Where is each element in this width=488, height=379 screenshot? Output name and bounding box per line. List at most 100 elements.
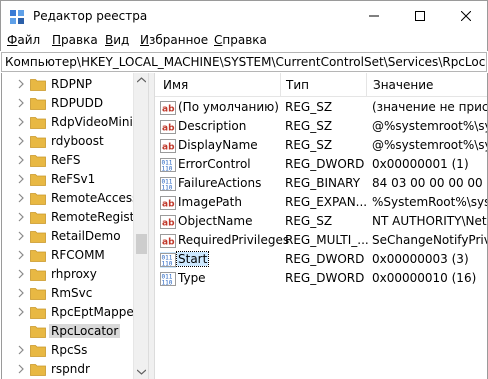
column-header-value[interactable]: Значение bbox=[373, 78, 433, 92]
value-row[interactable]: 011 110 ErrorControl REG_DWORD 0x00000001 (1… bbox=[155, 155, 487, 174]
chevron-right-icon[interactable] bbox=[16, 193, 26, 203]
tree-item[interactable]: RDPUDD bbox=[2, 94, 134, 113]
value-row[interactable]: abObjectName REG_SZ NT AUTHORITY\Netwo bbox=[155, 212, 487, 231]
key-tree[interactable]: RDPNP RDPUDD RdpVideoMinip rdyboost ReFS ReFS… bbox=[1, 73, 148, 379]
tree-item-label: RFCOMM bbox=[51, 248, 105, 262]
value-row[interactable]: ab RequiredPrivileges REG_MULTI_... SeChang… bbox=[155, 231, 487, 250]
chevron-right-icon[interactable] bbox=[16, 117, 26, 127]
close-button[interactable] bbox=[443, 1, 488, 31]
menu-edit[interactable]: Правка bbox=[52, 33, 98, 47]
binary-value-icon: 011110 bbox=[160, 158, 176, 173]
tree-scrollbar[interactable] bbox=[133, 73, 148, 379]
value-row[interactable]: ab(По умолчанию) REG_SZ (значение не присв… bbox=[155, 98, 487, 117]
value-type: REG_EXPAN... bbox=[285, 195, 368, 209]
chevron-right-icon[interactable] bbox=[16, 345, 26, 355]
scroll-down-icon[interactable] bbox=[137, 369, 146, 375]
value-data: NT AUTHORITY\Netwo bbox=[372, 214, 487, 228]
scrollbar-thumb[interactable] bbox=[136, 234, 147, 254]
folder-icon bbox=[30, 174, 46, 186]
menu-favorites[interactable]: Избранное bbox=[140, 33, 208, 47]
chevron-right-icon[interactable] bbox=[16, 98, 26, 108]
value-type: REG_SZ bbox=[285, 100, 333, 114]
value-row[interactable]: 011 110 Type REG_DWORD 0x00000010 (16) bbox=[155, 269, 487, 288]
svg-text:ab: ab bbox=[162, 219, 175, 229]
string-value-icon: ab bbox=[160, 101, 176, 115]
column-divider[interactable] bbox=[280, 73, 281, 97]
tree-item-label: ReFS bbox=[51, 153, 81, 167]
tree-item[interactable]: RmSvc bbox=[2, 284, 134, 303]
value-data: @%systemroot%\syst bbox=[372, 119, 487, 133]
tree-item-label: RpcSs bbox=[51, 343, 88, 357]
chevron-right-icon[interactable] bbox=[16, 364, 26, 374]
chevron-right-icon[interactable] bbox=[16, 269, 26, 279]
tree-item[interactable]: rspndr bbox=[2, 360, 134, 379]
folder-icon bbox=[30, 364, 46, 376]
value-row[interactable]: 011 110 Start REG_DWORD 0x00000003 (3) bbox=[155, 250, 487, 269]
value-row[interactable]: abImagePath REG_EXPAN... %SystemRoot%\syst… bbox=[155, 193, 487, 212]
tree-item[interactable]: RDPNP bbox=[2, 75, 134, 94]
string-value-icon: ab bbox=[160, 234, 176, 248]
tree-item[interactable]: ReFS bbox=[2, 151, 134, 170]
value-name: ObjectName bbox=[178, 214, 253, 228]
value-type: REG_MULTI_... bbox=[285, 233, 369, 247]
value-data: 0x00000010 (16) bbox=[372, 271, 477, 285]
chevron-right-icon[interactable] bbox=[16, 79, 26, 89]
tree-item[interactable]: RpcEptMapper bbox=[2, 303, 139, 322]
chevron-right-icon[interactable] bbox=[16, 307, 26, 317]
value-data: 0x00000003 (3) bbox=[372, 252, 469, 266]
chevron-right-icon[interactable] bbox=[16, 250, 26, 260]
title-bar[interactable]: Редактор реестра bbox=[0, 0, 488, 31]
value-row[interactable]: 011 110 FailureActions REG_BINARY 84 03 00 0… bbox=[155, 174, 487, 193]
folder-icon bbox=[30, 269, 46, 281]
value-type: REG_DWORD bbox=[285, 157, 365, 171]
tree-item-label: RemoteAccess bbox=[51, 191, 139, 205]
tree-item-label: ReFSv1 bbox=[51, 172, 96, 186]
menu-help[interactable]: Справка bbox=[214, 33, 267, 47]
folder-icon bbox=[30, 155, 46, 167]
chevron-right-icon[interactable] bbox=[16, 212, 26, 222]
value-row[interactable]: abDescription REG_SZ @%systemroot%\syst bbox=[155, 117, 487, 136]
menu-file[interactable]: Файл bbox=[7, 33, 40, 47]
folder-icon bbox=[30, 288, 46, 300]
svg-text:ab: ab bbox=[162, 200, 175, 210]
scroll-up-icon[interactable] bbox=[137, 77, 146, 83]
tree-item[interactable]: RpcSs bbox=[2, 341, 134, 360]
address-bar[interactable]: Компьютер\HKEY_LOCAL_MACHINE\SYSTEM\Curr… bbox=[1, 52, 487, 72]
values-list[interactable]: Имя Тип Значение ab (По умолчанию) REG_SZ(… bbox=[155, 73, 488, 379]
chevron-right-icon[interactable] bbox=[16, 174, 26, 184]
menu-bar: Файл Правка Вид Избранное Справка bbox=[0, 31, 488, 51]
regedit-icon bbox=[9, 9, 25, 25]
tree-item-label: RpcEptMapper bbox=[51, 305, 139, 319]
chevron-right-icon[interactable] bbox=[16, 288, 26, 298]
folder-icon bbox=[30, 212, 46, 224]
menu-view[interactable]: Вид bbox=[105, 33, 129, 47]
string-value-icon: ab bbox=[160, 196, 176, 210]
tree-item[interactable]: RetailDemo bbox=[2, 227, 134, 246]
maximize-button[interactable] bbox=[397, 1, 443, 31]
tree-item[interactable]: RdpVideoMinip bbox=[2, 113, 140, 132]
tree-item[interactable]: RFCOMM bbox=[2, 246, 134, 265]
value-name: FailureActions bbox=[178, 176, 262, 190]
tree-item[interactable]: RpcLocator bbox=[2, 322, 134, 341]
tree-item[interactable]: rdyboost bbox=[2, 132, 134, 151]
value-row[interactable]: abDisplayName REG_SZ @%systemroot%\syst bbox=[155, 136, 487, 155]
value-data: 0x00000001 (1) bbox=[372, 157, 469, 171]
minimize-button[interactable] bbox=[351, 1, 397, 31]
pane-splitter[interactable] bbox=[148, 73, 155, 379]
column-header-name[interactable]: Имя bbox=[163, 78, 188, 92]
tree-item[interactable]: RemoteAccess bbox=[2, 189, 138, 208]
chevron-right-icon[interactable] bbox=[16, 231, 26, 241]
string-value-icon: ab bbox=[160, 215, 176, 229]
binary-value-icon: 011110 bbox=[160, 177, 176, 192]
column-divider[interactable] bbox=[366, 73, 367, 97]
tree-item[interactable]: RemoteRegistry bbox=[2, 208, 146, 227]
chevron-right-icon[interactable] bbox=[16, 155, 26, 165]
folder-icon bbox=[30, 231, 46, 243]
tree-item-label: rspndr bbox=[51, 362, 90, 376]
chevron-right-icon[interactable] bbox=[16, 136, 26, 146]
svg-text:110: 110 bbox=[162, 166, 173, 173]
value-name: (По умолчанию) bbox=[178, 100, 279, 114]
tree-item[interactable]: rhproxy bbox=[2, 265, 134, 284]
column-header-type[interactable]: Тип bbox=[286, 78, 309, 92]
tree-item[interactable]: ReFSv1 bbox=[2, 170, 134, 189]
